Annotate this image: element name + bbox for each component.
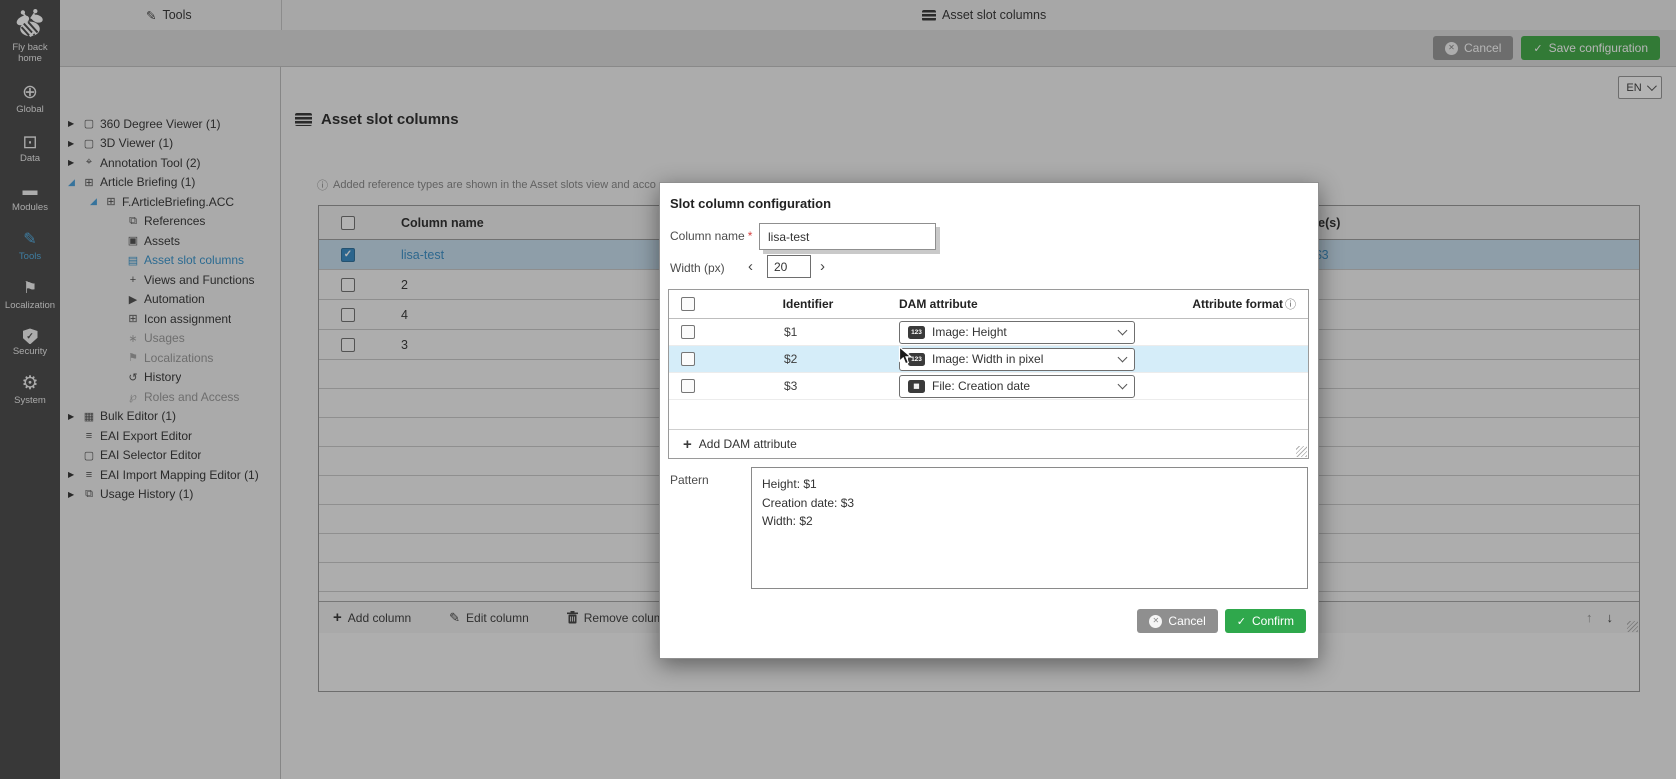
dam-attribute-dropdown[interactable]: 123 Image: Height bbox=[899, 321, 1135, 344]
dam-attribute-value: File: Creation date bbox=[932, 379, 1112, 393]
column-name-input[interactable] bbox=[759, 223, 936, 250]
attr-row[interactable]: $3 ▦ File: Creation date bbox=[669, 373, 1308, 400]
stepper-increase-icon[interactable]: › bbox=[820, 256, 825, 278]
chevron-down-icon bbox=[1118, 326, 1128, 336]
attr-table-header: Identifier DAM attribute Attribute forma… bbox=[669, 290, 1308, 319]
identifier-cell: $3 bbox=[719, 379, 897, 393]
dam-attribute-dropdown[interactable]: 123 Image: Width in pixel bbox=[899, 348, 1135, 371]
width-input[interactable] bbox=[767, 255, 811, 278]
attr-row[interactable]: $1 123 Image: Height bbox=[669, 319, 1308, 346]
attr-table-body: $1 123 Image: Height $2 bbox=[669, 319, 1308, 400]
info-icon: ⓘ bbox=[1285, 296, 1296, 312]
identifier-cell: $2 bbox=[719, 352, 897, 366]
attr-row-checkbox[interactable] bbox=[681, 325, 695, 339]
attr-row[interactable]: $2 123 Image: Width in pixel bbox=[669, 346, 1308, 373]
identifier-cell: $1 bbox=[719, 325, 897, 339]
dam-attribute-table: Identifier DAM attribute Attribute forma… bbox=[668, 289, 1309, 459]
slot-column-configuration-modal: Slot column configuration Column name* W… bbox=[659, 182, 1319, 659]
attr-select-all-checkbox[interactable] bbox=[681, 297, 695, 311]
attr-row-checkbox[interactable] bbox=[681, 379, 695, 393]
pattern-label: Pattern bbox=[670, 473, 709, 487]
dam-attribute-dropdown[interactable]: ▦ File: Creation date bbox=[899, 375, 1135, 398]
circle-x-icon: ✕ bbox=[1149, 615, 1162, 628]
image-height-attribute-icon: 123 bbox=[908, 326, 925, 339]
chevron-down-icon bbox=[1118, 380, 1128, 390]
chevron-down-icon bbox=[1118, 353, 1128, 363]
file-creation-date-attribute-icon: ▦ bbox=[908, 380, 925, 393]
column-name-label: Column name* bbox=[670, 229, 752, 243]
add-dam-attribute-button[interactable]: + Add DAM attribute bbox=[669, 429, 1308, 458]
modal-title: Slot column configuration bbox=[670, 196, 831, 211]
width-label: Width (px) bbox=[670, 261, 725, 275]
attribute-format-header: Attribute format ⓘ bbox=[1147, 296, 1308, 312]
attr-row-checkbox[interactable] bbox=[681, 352, 695, 366]
dam-attribute-value: Image: Width in pixel bbox=[932, 352, 1112, 366]
identifier-header: Identifier bbox=[719, 297, 897, 311]
modal-actions: ✕ Cancel ✓ Confirm bbox=[1137, 609, 1306, 633]
modal-confirm-button[interactable]: ✓ Confirm bbox=[1225, 609, 1306, 633]
required-asterisk: * bbox=[748, 229, 753, 243]
pattern-textarea[interactable]: Height: $1 Creation date: $3 Width: $2 bbox=[751, 467, 1308, 589]
dam-attribute-header: DAM attribute bbox=[897, 297, 1147, 311]
add-plus-icon: + bbox=[683, 437, 692, 452]
dam-attribute-value: Image: Height bbox=[932, 325, 1112, 339]
stepper-decrease-icon[interactable]: ‹ bbox=[748, 256, 753, 278]
resize-grip-icon[interactable] bbox=[1296, 446, 1307, 457]
circle-x-icon: ✕ bbox=[1153, 617, 1160, 625]
check-icon: ✓ bbox=[1237, 615, 1246, 628]
modal-cancel-button[interactable]: ✕ Cancel bbox=[1137, 609, 1217, 633]
image-width-attribute-icon: 123 bbox=[908, 353, 925, 366]
